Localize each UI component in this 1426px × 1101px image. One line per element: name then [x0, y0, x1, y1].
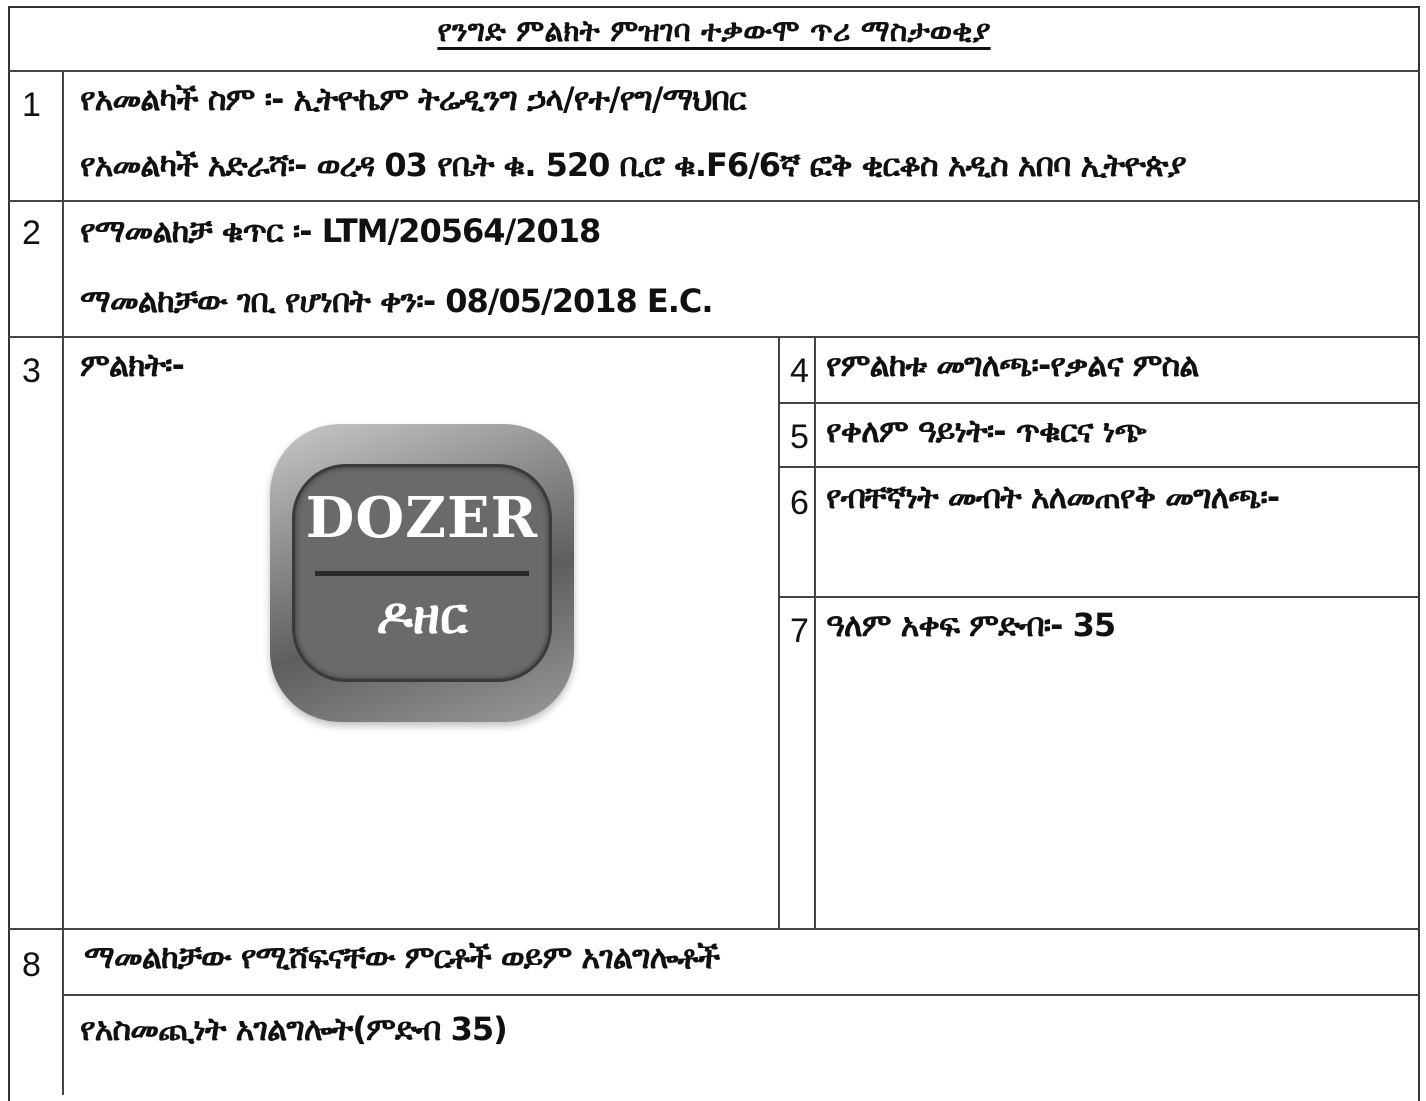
mark-description: የምልከቱ መግለጫ፡-የቃልና ምስል: [826, 346, 1200, 384]
rule-row7-bottom: [8, 928, 1420, 930]
logo-amharic-text: ዶዘር: [376, 587, 468, 645]
applicant-name: የአመልካች ስም ፡- ኢትዮኬም ትሬዲንግ ኃላ/የተ/የግ/ማህበር: [80, 80, 747, 118]
row-number-1: 1: [22, 86, 41, 124]
row-number-8: 8: [22, 946, 41, 984]
color-type: የቀለም ዓይነት፡- ጥቁርና ነጭ: [826, 412, 1147, 450]
trademark-logo-plate: DOZER ዶዘር: [292, 464, 552, 682]
rule-row8-mid: [62, 994, 1420, 996]
rule-subnumber-column: [814, 336, 816, 928]
row-number-6: 6: [790, 484, 809, 522]
rule-row2-bottom: [8, 336, 1420, 338]
international-class: ዓለም አቀፍ ምድብ፡- 35: [826, 606, 1116, 644]
row-number-5: 5: [790, 418, 809, 456]
row-number-3: 3: [22, 352, 41, 390]
rule-title-bottom: [8, 70, 1420, 72]
application-number: የማመልከቻ ቁጥር ፡- LTM/20564/2018: [80, 212, 601, 250]
disclaimer-statement: የብቸኛነት መብት አለመጠየቅ መግለጫ፡-: [826, 478, 1280, 516]
rule-row4-bottom: [778, 402, 1420, 404]
row-number-2: 2: [22, 214, 41, 252]
trademark-logo: DOZER ዶዘር: [270, 424, 574, 722]
applicant-address: የአመልካች አድራሻ፡- ወረዳ 03 የቤት ቁ. 520 ቢሮ ቁ.F6/…: [80, 146, 1187, 184]
logo-divider: [315, 571, 529, 576]
rule-mark-column: [778, 336, 780, 928]
rule-row5-bottom: [778, 466, 1420, 468]
rule-row1-bottom: [8, 200, 1420, 202]
rule-row6-bottom: [778, 596, 1420, 598]
row-number-7: 7: [790, 612, 809, 650]
filing-date: ማመልከቻው ገቢ የሆነበት ቀን፡- 08/05/2018 E.C.: [80, 282, 714, 320]
goods-services-value: የአስመጪነት አገልግሎት(ምድብ 35): [80, 1010, 508, 1048]
row-number-4: 4: [790, 352, 809, 390]
rule-number-column: [62, 70, 64, 1095]
page-title: የንግድ ምልክት ምዝገባ ተቃውሞ ጥሪ ማስታወቂያ: [437, 14, 991, 49]
logo-latin-text: DOZER: [305, 485, 539, 551]
mark-label: ምልክት፡-: [80, 346, 185, 384]
goods-services-label: ማመልከቻው የሚሸፍናቸው ምርቶች ወይም አገልግሎቶች: [84, 938, 720, 976]
